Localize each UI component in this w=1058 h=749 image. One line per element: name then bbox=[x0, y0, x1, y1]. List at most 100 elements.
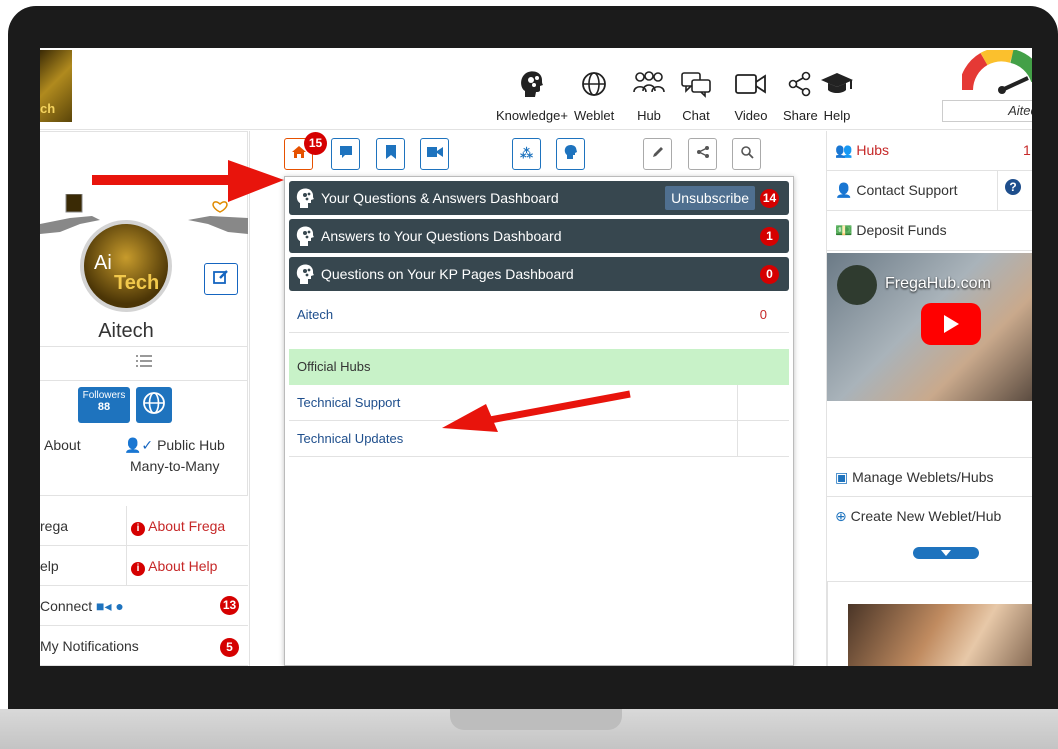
intro-video-player[interactable]: FregaHub.com bbox=[827, 253, 1032, 401]
advertisement-image[interactable] bbox=[827, 581, 1032, 666]
nav-hub[interactable]: Hub bbox=[632, 68, 666, 123]
followers-badge[interactable]: Followers 88 bbox=[78, 387, 130, 423]
left-menu-row-connect[interactable]: Connect ■◂ ● 13 bbox=[40, 586, 248, 626]
left-menu-row-notifications[interactable]: My Notifications 5 bbox=[40, 626, 248, 666]
dashboard-count-badge: 1 bbox=[760, 227, 779, 246]
notifications-count-badge: 5 bbox=[220, 638, 239, 657]
left-sidebar: Ai Tech Aitech Followers 88 About 👤✓ Pub… bbox=[40, 131, 250, 666]
kp-page-row[interactable]: Aitech 0 bbox=[289, 297, 789, 333]
info-icon: i bbox=[131, 562, 145, 576]
globe-icon bbox=[142, 391, 166, 420]
laptop-notch bbox=[450, 709, 622, 730]
chat-bubbles-icon bbox=[680, 68, 712, 100]
nav-chat[interactable]: Chat bbox=[680, 68, 712, 123]
site-logo[interactable]: ch bbox=[40, 50, 72, 122]
nav-weblet[interactable]: Weblet bbox=[574, 68, 614, 123]
play-icon bbox=[944, 315, 959, 333]
video-title: FregaHub.com bbox=[885, 275, 991, 292]
network-button[interactable]: ⁂ bbox=[512, 138, 541, 170]
edit-button[interactable] bbox=[643, 138, 672, 170]
dashboard-qa[interactable]: Your Questions & Answers Dashboard Unsub… bbox=[289, 181, 789, 215]
dashboard-count-badge: 14 bbox=[760, 189, 779, 208]
globe-icon bbox=[574, 68, 614, 100]
about-link[interactable]: About bbox=[44, 437, 81, 453]
help-circle-icon[interactable]: ? bbox=[1005, 179, 1021, 195]
about-help-link[interactable]: i About Help bbox=[126, 546, 248, 586]
hub-type: 👤✓ Public Hub bbox=[124, 437, 225, 453]
hub-type-sub: Many-to-Many bbox=[130, 458, 220, 474]
chevron-down-icon bbox=[941, 550, 951, 556]
nav-share[interactable]: Share bbox=[783, 68, 818, 123]
graduation-cap-icon bbox=[820, 68, 854, 100]
annotation-arrow-home bbox=[92, 160, 284, 202]
left-menu-row-help: elp i About Help bbox=[40, 546, 248, 586]
share-icon bbox=[696, 145, 710, 164]
brain-icon bbox=[563, 144, 579, 165]
manage-weblets-link[interactable]: ▣ Manage Weblets/Hubs bbox=[827, 457, 1032, 497]
people-icon bbox=[632, 68, 666, 100]
globe-icon: ⊕ bbox=[835, 508, 847, 524]
contact-support-link[interactable]: 👤 Contact Support ? bbox=[827, 171, 1032, 211]
frega-link[interactable]: rega bbox=[40, 518, 68, 534]
avatar[interactable]: Ai Tech bbox=[80, 220, 172, 312]
info-icon: i bbox=[131, 522, 145, 536]
bookmark-icon bbox=[385, 144, 397, 164]
video-camera-icon bbox=[734, 68, 768, 100]
nav-help[interactable]: Help bbox=[820, 68, 854, 123]
left-menu-row-frega: rega i About Frega bbox=[40, 506, 248, 546]
support-agent-icon: 👤 bbox=[835, 182, 853, 198]
expand-more-button[interactable] bbox=[913, 547, 979, 559]
nav-video[interactable]: Video bbox=[734, 68, 768, 123]
profile-list-toggle[interactable] bbox=[40, 346, 248, 381]
brain-gear-icon bbox=[295, 263, 317, 285]
center-toolbar: ⁂ bbox=[284, 138, 784, 174]
search-button[interactable] bbox=[732, 138, 761, 170]
connect-count-badge: 13 bbox=[220, 596, 239, 615]
connect-label: Connect ■◂ ● bbox=[40, 598, 124, 614]
couple-photo bbox=[848, 604, 1032, 666]
gauge-icon bbox=[959, 48, 1032, 94]
create-weblet-link[interactable]: ⊕ Create New Weblet/Hub bbox=[827, 497, 1032, 537]
edit-icon bbox=[213, 269, 229, 290]
dashboard-kp-questions[interactable]: Questions on Your KP Pages Dashboard 0 bbox=[289, 257, 789, 291]
list-icon bbox=[136, 354, 152, 373]
video-button[interactable] bbox=[420, 138, 449, 170]
id-card-icon: ▣ bbox=[835, 469, 849, 485]
play-button[interactable] bbox=[921, 303, 981, 345]
weblet-globe-button[interactable] bbox=[136, 387, 172, 423]
brain-gear-icon bbox=[295, 187, 317, 209]
pencil-icon bbox=[651, 145, 665, 164]
user-check-icon: 👤✓ bbox=[124, 437, 154, 453]
dashboard-answers[interactable]: Answers to Your Questions Dashboard 1 bbox=[289, 219, 789, 253]
kp-page-count: 0 bbox=[759, 307, 767, 322]
share-button[interactable] bbox=[688, 138, 717, 170]
users-icon: 👥 bbox=[835, 142, 853, 158]
app-screen: ch Knowledge+ Weblet Hub Chat Video Shar… bbox=[40, 48, 1032, 666]
unsubscribe-button[interactable]: Unsubscribe bbox=[665, 186, 755, 210]
network-icon: ⁂ bbox=[519, 146, 534, 161]
user-name-display[interactable]: Aitec bbox=[942, 100, 1032, 122]
fregahub-logo bbox=[837, 265, 877, 305]
video-camera-icon: ■◂ bbox=[96, 598, 112, 614]
search-icon bbox=[740, 145, 754, 164]
edit-profile-button[interactable] bbox=[204, 263, 238, 295]
video-camera-icon bbox=[426, 145, 443, 163]
nav-knowledge-plus[interactable]: Knowledge+ bbox=[496, 68, 568, 123]
deposit-funds-link[interactable]: 💵 Deposit Funds bbox=[827, 211, 1032, 251]
help-link[interactable]: elp bbox=[40, 558, 59, 574]
about-frega-link[interactable]: i About Frega bbox=[126, 506, 248, 546]
hubs-link[interactable]: 👥 Hubs 1 bbox=[827, 131, 1032, 171]
share-icon bbox=[783, 68, 818, 100]
profile-name: Aitech bbox=[98, 320, 154, 342]
home-count-badge: 15 bbox=[304, 132, 327, 155]
brain-button[interactable] bbox=[556, 138, 585, 170]
comments-button[interactable] bbox=[331, 138, 360, 170]
official-hubs-header: Official Hubs bbox=[289, 349, 789, 385]
top-navigation-bar: ch Knowledge+ Weblet Hub Chat Video Shar… bbox=[40, 48, 1032, 130]
money-icon: 💵 bbox=[835, 222, 853, 238]
right-sidebar: 👥 Hubs 1 👤 Contact Support ? 💵 Deposit F… bbox=[826, 131, 1032, 666]
chat-icon: ● bbox=[115, 598, 124, 614]
bookmarks-button[interactable] bbox=[376, 138, 405, 170]
comment-icon bbox=[339, 145, 353, 164]
brain-gear-icon bbox=[295, 225, 317, 247]
